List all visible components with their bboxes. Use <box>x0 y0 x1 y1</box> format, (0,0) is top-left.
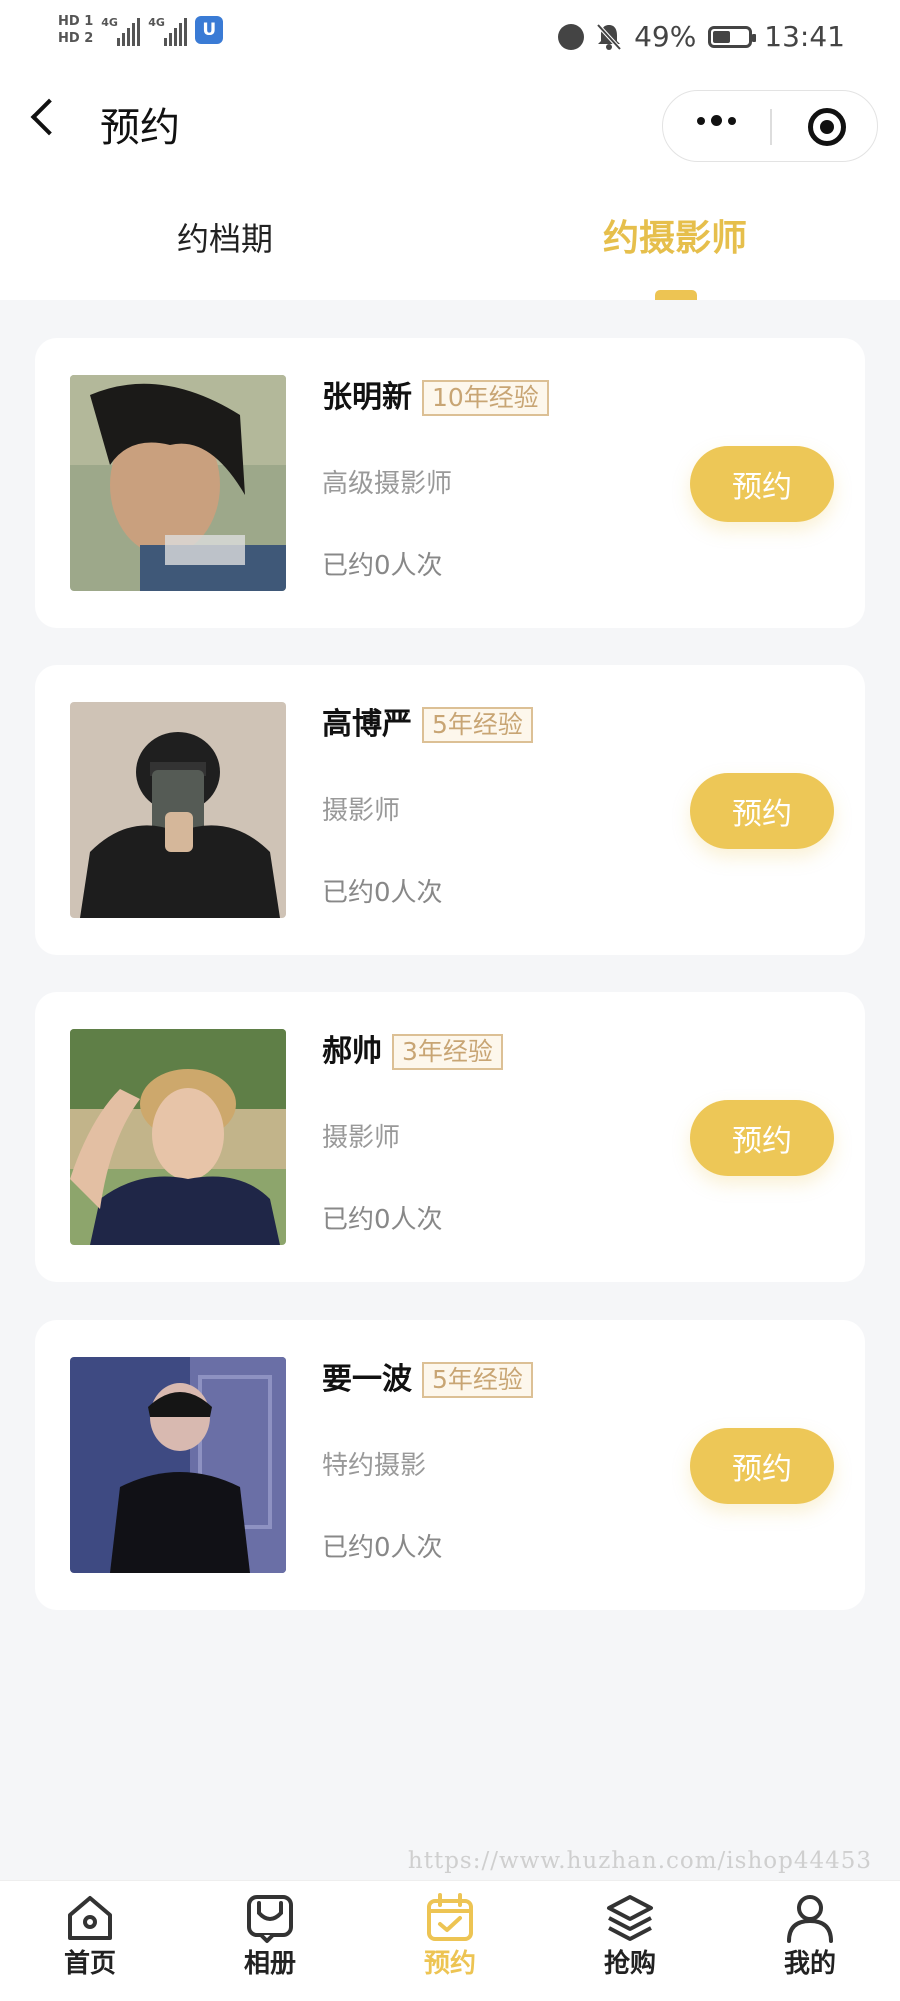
clock: 13:41 <box>764 20 845 53</box>
alarm-icon <box>558 23 585 50</box>
photographer-card[interactable]: 郝帅 3年经验 摄影师 已约0人次 预约 <box>35 992 865 1282</box>
miniprogram-capsule <box>662 90 878 162</box>
battery-icon <box>708 25 757 48</box>
hd2-label: HD 2 <box>58 30 94 46</box>
sim-indicators: HD 1 HD 2 <box>58 13 94 46</box>
home-icon <box>68 1896 112 1940</box>
book-button[interactable]: 预约 <box>690 773 834 849</box>
photographer-photo <box>70 1029 286 1245</box>
photographer-name: 郝帅 <box>322 1034 382 1069</box>
tabbar-item-home[interactable]: 首页 <box>30 1881 150 2001</box>
photographer-name: 张明新 <box>322 380 412 415</box>
battery-percent: 49% <box>634 20 697 53</box>
photographer-card[interactable]: 张明新 10年经验 高级摄影师 已约0人次 预约 <box>35 338 865 628</box>
photographer-photo <box>70 1357 286 1573</box>
tabbar-label: 首页 <box>63 1949 116 1979</box>
tabbar-label: 预约 <box>423 1949 476 1979</box>
booking-count: 已约0人次 <box>322 1533 443 1563</box>
photographer-role: 高级摄影师 <box>322 469 453 499</box>
experience-badge: 5年经验 <box>422 1362 533 1398</box>
photographer-photo <box>70 375 286 591</box>
photographer-name: 高博严 <box>322 707 412 742</box>
album-icon <box>247 1895 293 1943</box>
photographer-card[interactable]: 要一波 5年经验 特约摄影 已约0人次 预约 <box>35 1320 865 1610</box>
signal-icon-2: 4G <box>148 14 188 46</box>
experience-badge: 3年经验 <box>392 1034 503 1070</box>
photographer-role: 摄影师 <box>322 1123 401 1153</box>
app-notification-icon: U <box>195 16 224 44</box>
page-title: 预约 <box>100 105 180 151</box>
calendar-check-icon <box>427 1893 473 1941</box>
tabbar-item-mine[interactable]: 我的 <box>750 1881 870 2001</box>
mute-bell-icon <box>596 23 622 50</box>
tabbar-item-flash-sale[interactable]: 抢购 <box>570 1881 690 2001</box>
active-tab-indicator <box>655 290 697 300</box>
photographer-card[interactable]: 高博严 5年经验 摄影师 已约0人次 预约 <box>35 665 865 955</box>
booking-count: 已约0人次 <box>322 551 443 581</box>
capsule-divider <box>770 109 772 145</box>
tabbar-item-album[interactable]: 相册 <box>210 1881 330 2001</box>
tabbar-label: 我的 <box>783 1949 836 1979</box>
photographer-photo <box>70 702 286 918</box>
hd1-label: HD 1 <box>58 13 94 29</box>
status-bar: HD 1 HD 2 4G 4G U 49% 13:41 <box>0 0 900 80</box>
experience-badge: 10年经验 <box>422 380 549 416</box>
book-button[interactable]: 预约 <box>690 446 834 522</box>
more-icon[interactable] <box>697 115 736 126</box>
photographer-role: 摄影师 <box>322 796 401 826</box>
book-button[interactable]: 预约 <box>690 1100 834 1176</box>
layers-icon <box>607 1895 653 1941</box>
tab-photographer[interactable]: 约摄影师 <box>603 215 747 263</box>
booking-count: 已约0人次 <box>322 1205 443 1235</box>
photographer-role: 特约摄影 <box>322 1451 427 1481</box>
tabbar-label: 相册 <box>243 1949 296 1979</box>
user-icon <box>787 1895 833 1943</box>
tab-schedule[interactable]: 约档期 <box>177 215 273 263</box>
watermark: https://www.huzhan.com/ishop44453 <box>407 1848 872 1874</box>
close-target-icon[interactable] <box>808 108 846 146</box>
signal-icon: 4G <box>101 14 141 46</box>
bottom-tab-bar: 首页 相册 预约 抢购 我的 <box>0 1880 900 2001</box>
experience-badge: 5年经验 <box>422 707 533 743</box>
tabbar-item-booking[interactable]: 预约 <box>390 1881 510 2001</box>
photographer-name: 要一波 <box>322 1362 412 1397</box>
book-button[interactable]: 预约 <box>690 1428 834 1504</box>
tabbar-label: 抢购 <box>603 1949 656 1979</box>
booking-count: 已约0人次 <box>322 878 443 908</box>
